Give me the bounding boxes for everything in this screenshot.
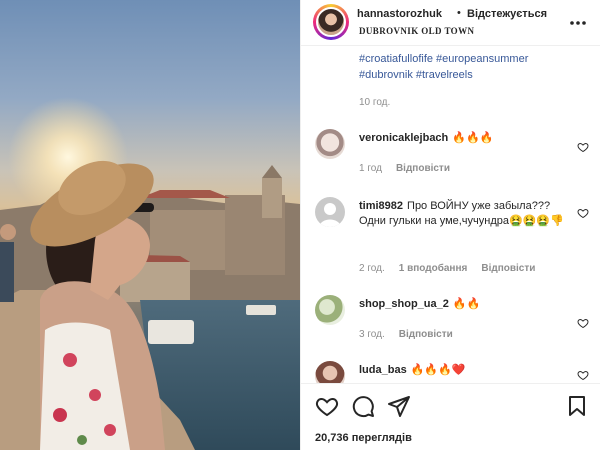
commenter-avatar[interactable] — [315, 361, 345, 383]
boat — [246, 305, 276, 315]
comment-body: 🔥🔥🔥❤️ — [410, 364, 466, 376]
bystander-body — [0, 242, 14, 302]
post-media[interactable] — [0, 0, 300, 450]
dress-flower — [63, 353, 77, 367]
hashtag-line[interactable]: #croatiafullofife #europeansummer — [359, 51, 589, 67]
post-action-bar: 20,736 переглядів — [301, 383, 600, 450]
more-options-icon[interactable] — [569, 10, 587, 31]
author-avatar-ring[interactable] — [313, 4, 349, 40]
bell-tower — [262, 178, 282, 218]
default-avatar-icon — [319, 203, 341, 227]
following-button[interactable]: Відстежується — [467, 8, 547, 20]
reply-button[interactable]: Відповісти — [396, 163, 450, 174]
caption-timestamp: 10 год. — [359, 97, 391, 108]
author-avatar[interactable] — [316, 7, 346, 37]
reply-button[interactable]: Відповісти — [399, 329, 453, 340]
heart-icon[interactable] — [577, 369, 589, 381]
comment-time: 3 год. — [359, 329, 385, 340]
post-panel: hannastorozhuk • Відстежується DUBROVNIK… — [300, 0, 600, 450]
caption-hashtags: #croatiafullofife #europeansummer #dubro… — [359, 51, 589, 83]
comment-meta: 1 год Відповісти — [359, 163, 450, 174]
author-username[interactable]: hannastorozhuk — [357, 8, 442, 20]
comments-scroll-area[interactable]: #croatiafullofife #europeansummer #dubro… — [301, 47, 600, 383]
comment-icon[interactable] — [351, 394, 375, 418]
hashtag-line[interactable]: #dubrovnik #travelreels — [359, 67, 589, 83]
comment-body: 🔥🔥 — [452, 298, 481, 310]
location-link[interactable]: DUBROVNIK OLD TOWN — [359, 26, 474, 36]
comment-text: veronicaklejbach 🔥🔥🔥 — [359, 131, 573, 146]
views-count[interactable]: 20,736 переглядів — [315, 432, 412, 444]
header-separator: • — [457, 7, 461, 19]
commenter-avatar[interactable] — [315, 129, 345, 159]
tower-roof — [262, 165, 282, 178]
dress-flower — [89, 389, 101, 401]
bystander — [0, 224, 16, 240]
share-icon[interactable] — [387, 394, 411, 418]
dress-leaf — [77, 435, 87, 445]
commenter-username[interactable]: luda_bas — [359, 364, 407, 376]
red-roof — [140, 190, 230, 198]
comment-text: shop_shop_ua_2 🔥🔥 — [359, 297, 573, 312]
heart-icon[interactable] — [577, 141, 589, 153]
comment-meta: 2 год. 1 вподобання Відповісти — [359, 263, 535, 274]
dress-flower — [53, 408, 67, 422]
commenter-username[interactable]: veronicaklejbach — [359, 132, 448, 144]
commenter-username[interactable]: timi8982 — [359, 200, 403, 212]
commenter-avatar[interactable] — [315, 295, 345, 325]
comment-body: 🔥🔥🔥 — [452, 132, 494, 144]
bookmark-icon[interactable] — [565, 394, 589, 418]
comment-likes[interactable]: 1 вподобання — [399, 263, 468, 274]
media-illustration — [0, 97, 300, 450]
dress-flower — [104, 424, 116, 436]
boat — [148, 320, 194, 344]
commenter-avatar[interactable] — [315, 197, 345, 227]
comment-time: 2 год. — [359, 263, 385, 274]
comment-text: luda_bas 🔥🔥🔥❤️ — [359, 363, 573, 378]
heart-icon[interactable] — [577, 207, 589, 219]
comment-time: 1 год — [359, 163, 382, 174]
commenter-username[interactable]: shop_shop_ua_2 — [359, 298, 449, 310]
reply-button[interactable]: Відповісти — [481, 263, 535, 274]
more-horizontal-icon — [570, 21, 586, 25]
views-number: 20,736 — [315, 432, 349, 444]
comment-meta: 3 год. Відповісти — [359, 329, 453, 340]
post-header: hannastorozhuk • Відстежується DUBROVNIK… — [301, 0, 600, 46]
comment-text: timi8982 Про ВОЙНУ уже забыла???Одни гуль… — [359, 199, 573, 229]
views-label: переглядів — [351, 432, 412, 444]
heart-icon[interactable] — [315, 394, 339, 418]
heart-icon[interactable] — [577, 317, 589, 329]
